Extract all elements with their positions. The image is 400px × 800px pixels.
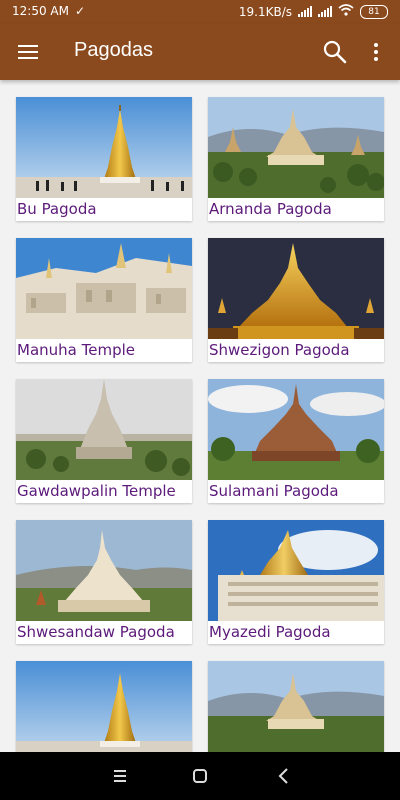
pagoda-name: Arnanda Pagoda <box>209 200 332 218</box>
pagoda-image <box>208 520 384 621</box>
pagoda-card[interactable]: Shwezigon Pagoda <box>208 238 384 362</box>
status-right: 19.1KB/s 81 <box>239 4 388 19</box>
pagoda-image <box>16 661 192 752</box>
pagoda-card[interactable] <box>208 661 384 752</box>
status-time: 12:50 AM <box>12 4 69 18</box>
hamburger-menu-icon[interactable] <box>16 40 40 64</box>
recents-icon[interactable] <box>108 766 132 786</box>
pagoda-image <box>16 238 192 339</box>
pagoda-image <box>208 379 384 480</box>
page-title: Pagodas <box>74 39 153 61</box>
pagoda-card[interactable]: Manuha Temple <box>16 238 192 362</box>
pagoda-grid: Bu Pagoda Arnanda Pagoda Manuha Temple S… <box>0 80 400 752</box>
pagoda-name: Gawdawpalin Temple <box>17 482 176 500</box>
pagoda-name: Shwesandaw Pagoda <box>17 623 175 641</box>
wifi-icon <box>338 4 354 19</box>
pagoda-card[interactable]: Myazedi Pagoda <box>208 520 384 644</box>
pagoda-image <box>16 97 192 198</box>
pagoda-image <box>16 520 192 621</box>
battery-icon: 81 <box>360 4 388 19</box>
back-icon[interactable] <box>272 766 296 786</box>
status-bar: 12:50 AM ✓ 19.1KB/s 81 <box>0 0 400 24</box>
signal-icon <box>298 6 312 17</box>
app-bar: Pagodas <box>0 24 400 80</box>
pagoda-card[interactable]: Bu Pagoda <box>16 97 192 221</box>
pagoda-card[interactable]: Arnanda Pagoda <box>208 97 384 221</box>
pagoda-card[interactable]: Sulamani Pagoda <box>208 379 384 503</box>
pagoda-card[interactable] <box>16 661 192 752</box>
pagoda-card[interactable]: Gawdawpalin Temple <box>16 379 192 503</box>
search-icon[interactable] <box>322 39 348 65</box>
pagoda-name: Manuha Temple <box>17 341 135 359</box>
pagoda-image <box>208 97 384 198</box>
system-nav-bar <box>0 752 400 800</box>
pagoda-image <box>208 238 384 339</box>
pagoda-card[interactable]: Shwesandaw Pagoda <box>16 520 192 644</box>
status-left: 12:50 AM ✓ <box>12 4 85 18</box>
pagoda-name: Bu Pagoda <box>17 200 97 218</box>
signal-icon-2 <box>318 6 332 17</box>
home-icon[interactable] <box>188 766 212 786</box>
pagoda-image <box>16 379 192 480</box>
pagoda-name: Shwezigon Pagoda <box>209 341 350 359</box>
pagoda-name: Sulamani Pagoda <box>209 482 339 500</box>
pagoda-name: Myazedi Pagoda <box>209 623 331 641</box>
pagoda-image <box>208 661 384 752</box>
network-speed: 19.1KB/s <box>238 4 292 19</box>
check-icon: ✓ <box>74 4 86 18</box>
more-vert-icon[interactable] <box>366 39 386 65</box>
